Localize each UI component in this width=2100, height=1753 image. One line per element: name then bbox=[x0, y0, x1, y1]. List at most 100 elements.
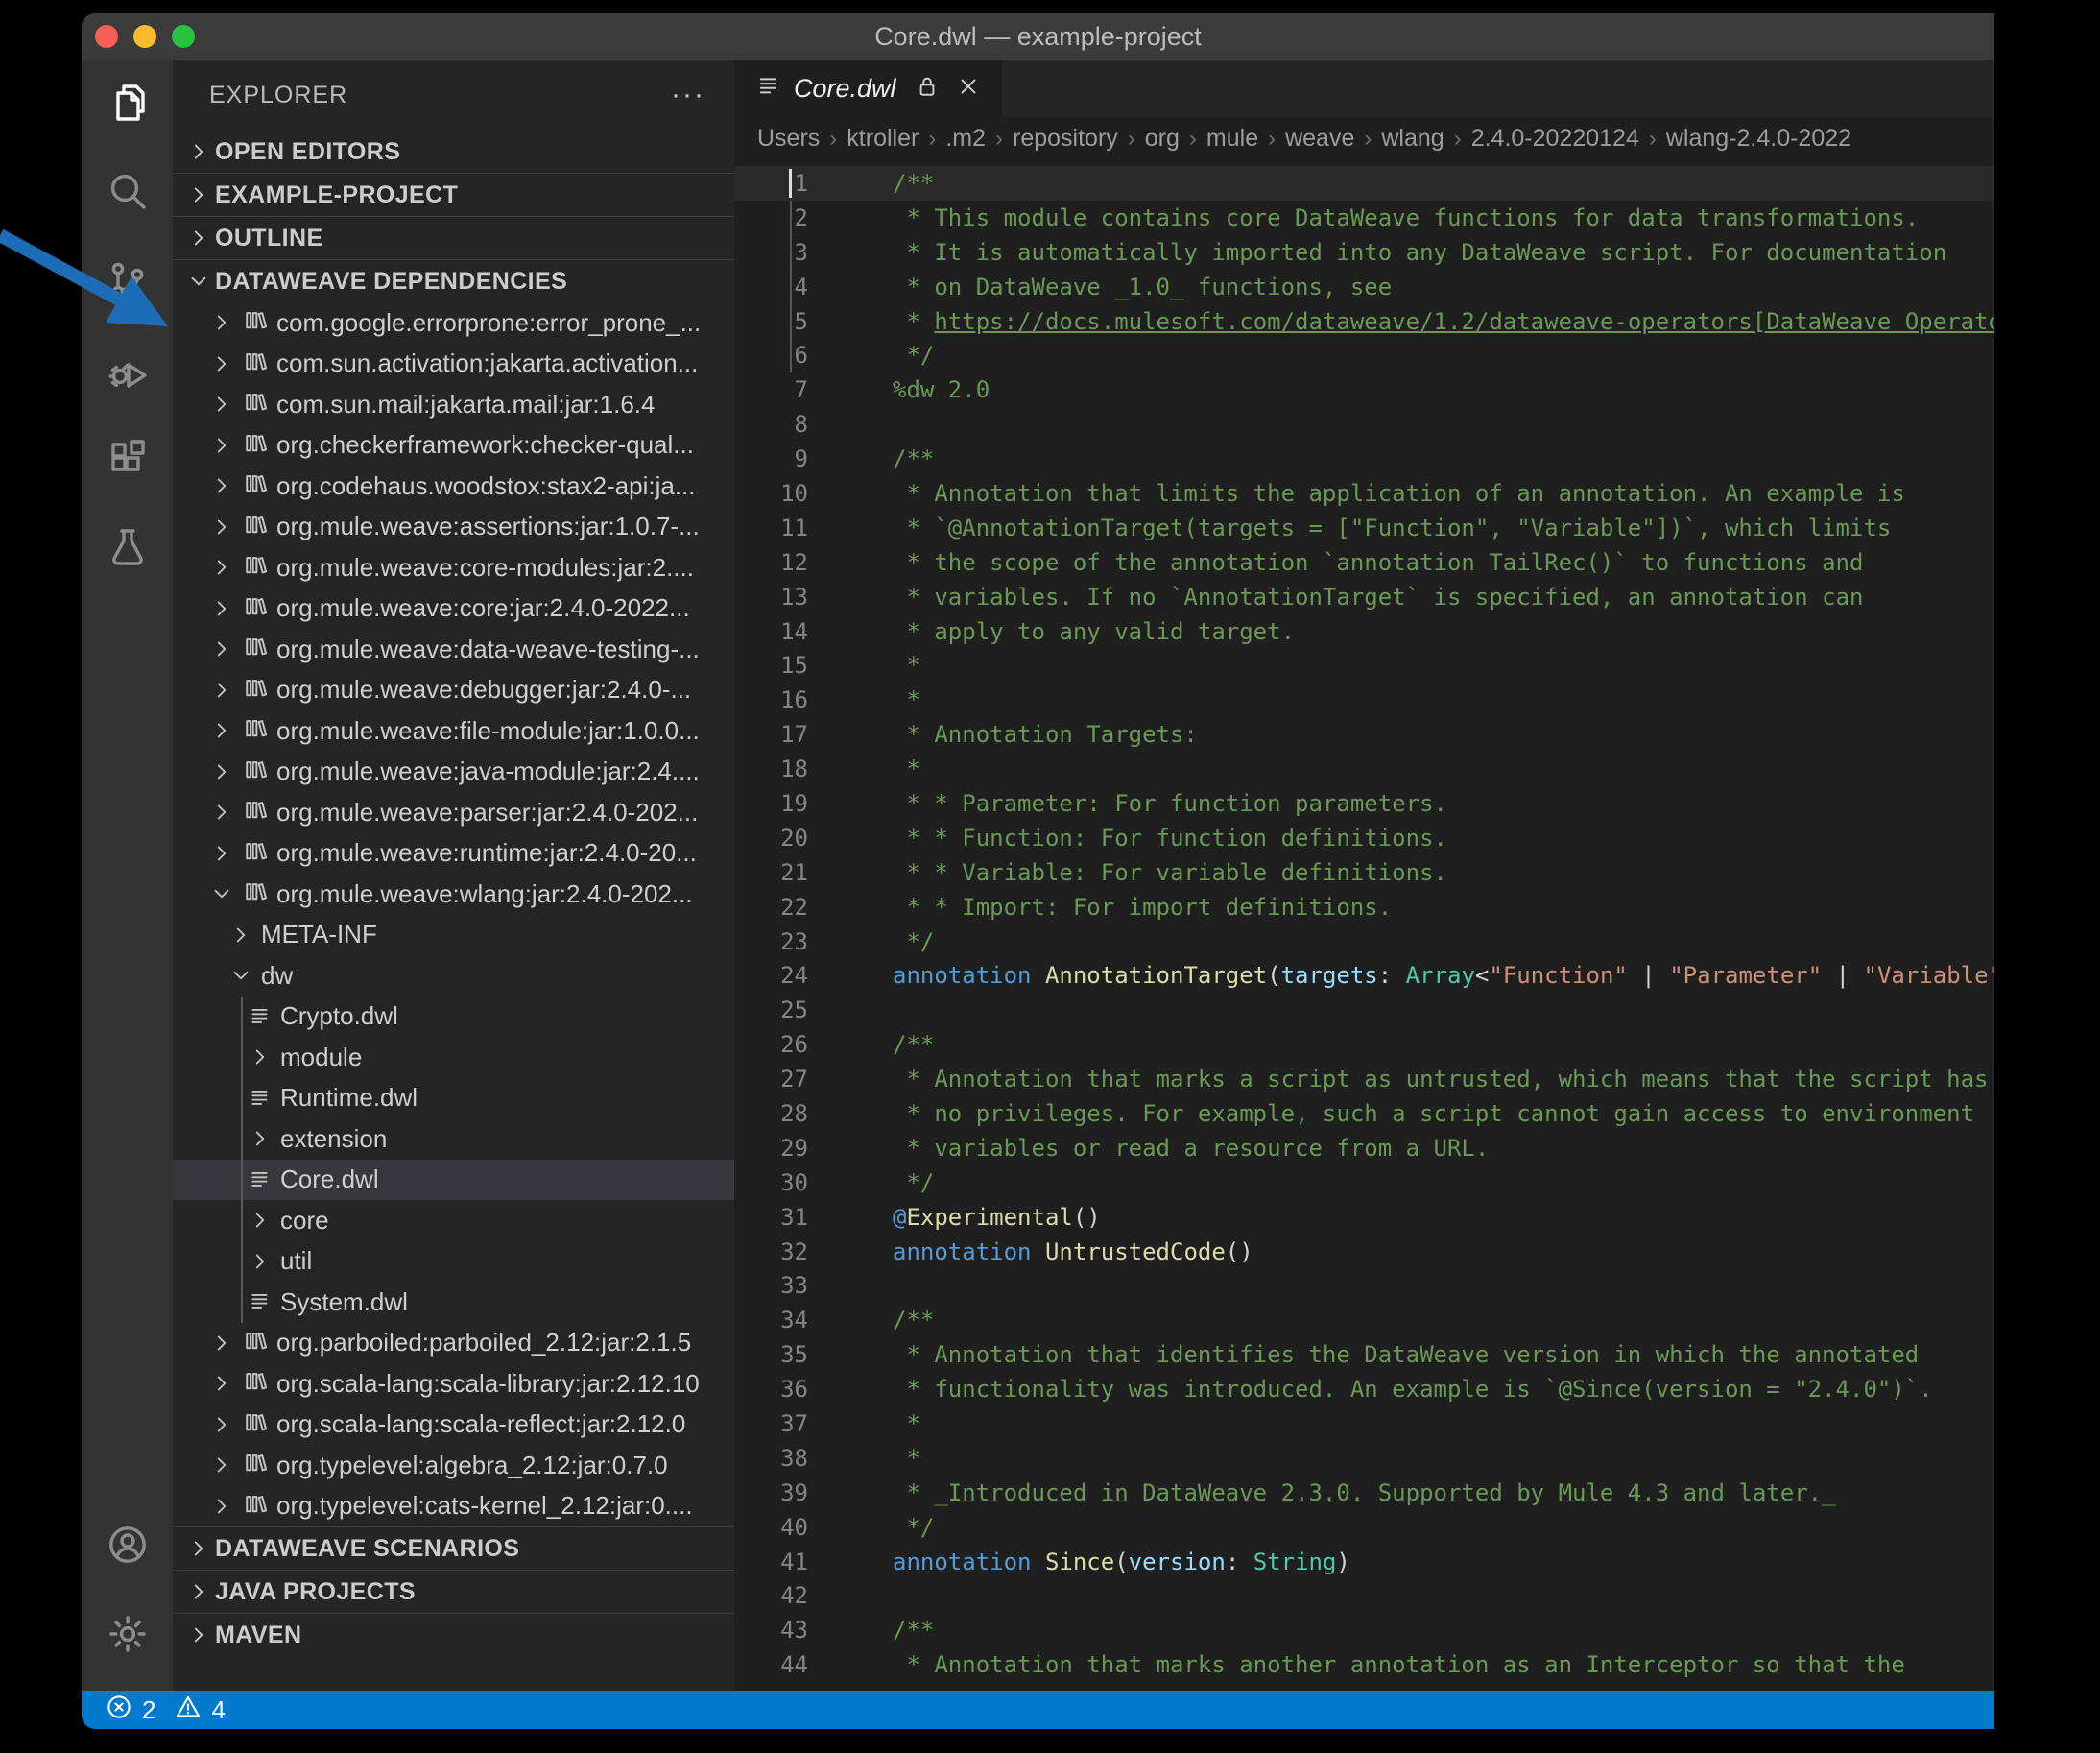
explorer-title: EXPLORER bbox=[209, 82, 347, 109]
more-actions-icon[interactable]: ··· bbox=[671, 90, 705, 100]
breadcrumb-separator-icon: › bbox=[986, 126, 1013, 153]
tree-item-label: Runtime.dwl bbox=[276, 1083, 418, 1113]
file-icon bbox=[244, 1086, 276, 1111]
breadcrumb-item-users[interactable]: Users bbox=[757, 125, 820, 153]
tree-item-com-sun-activation-jakarta-activation[interactable]: com.sun.activation:jakarta.activation... bbox=[173, 344, 734, 385]
close-tab-icon[interactable] bbox=[956, 74, 981, 104]
tree-item-org-parboiled-parboiled-2-12-jar-2-1-5[interactable]: org.parboiled:parboiled_2.12:jar:2.1.5 bbox=[173, 1323, 734, 1364]
tree-item-label: META-INF bbox=[257, 920, 377, 949]
tree-item-crypto-dwl[interactable]: Crypto.dwl bbox=[173, 997, 734, 1038]
code-text: * on DataWeave _1.0_ functions, see bbox=[835, 274, 1392, 300]
breadcrumb-item-weave[interactable]: weave bbox=[1285, 125, 1354, 153]
breadcrumb-separator-icon: › bbox=[1354, 126, 1381, 153]
tree-item-org-mule-weave-wlang-jar-2-4-0-202[interactable]: org.mule.weave:wlang:jar:2.4.0-202... bbox=[173, 874, 734, 915]
section-outline[interactable]: OUTLINE bbox=[173, 216, 734, 259]
breadcrumb-item-mule[interactable]: mule bbox=[1206, 125, 1258, 153]
tree-item-label: org.mule.weave:assertions:jar:1.0.7-... bbox=[273, 512, 700, 541]
file-icon bbox=[244, 1167, 276, 1192]
breadcrumb-item-wlang-2-4-0-2022[interactable]: wlang-2.4.0-2022 bbox=[1666, 125, 1851, 153]
tree-item-org-mule-weave-data-weave-testing[interactable]: org.mule.weave:data-weave-testing-... bbox=[173, 629, 734, 670]
activity-item-settings[interactable] bbox=[82, 1592, 173, 1681]
tree-item-org-mule-weave-parser-jar-2-4-0-202[interactable]: org.mule.weave:parser:jar:2.4.0-202... bbox=[173, 792, 734, 833]
problems-indicator[interactable]: 2 4 bbox=[105, 1693, 235, 1728]
activity-item-extensions[interactable] bbox=[82, 417, 173, 506]
section-dataweave-scenarios[interactable]: DATAWEAVE SCENARIOS bbox=[173, 1526, 734, 1570]
code-line-38: 38 * bbox=[734, 1441, 1994, 1476]
breadcrumb-separator-icon: › bbox=[1258, 126, 1285, 153]
tree-item-core[interactable]: core bbox=[173, 1200, 734, 1241]
vscode-window: Core.dwl — example-project EXPLORER ··· … bbox=[82, 13, 1994, 1729]
breadcrumb-item-org[interactable]: org bbox=[1145, 125, 1180, 153]
line-number: 39 bbox=[734, 1479, 835, 1506]
breadcrumb-item-2-4-0-20220124[interactable]: 2.4.0-20220124 bbox=[1471, 125, 1639, 153]
activity-item-testing[interactable] bbox=[82, 506, 173, 595]
tree-item-org-codehaus-woodstox-stax2-api-ja[interactable]: org.codehaus.woodstox:stax2-api:ja... bbox=[173, 466, 734, 507]
activity-item-search[interactable] bbox=[82, 149, 173, 238]
tree-item-org-typelevel-algebra-2-12-jar-0-7-0[interactable]: org.typelevel:algebra_2.12:jar:0.7.0 bbox=[173, 1445, 734, 1486]
tree-item-extension[interactable]: extension bbox=[173, 1118, 734, 1160]
line-number: 23 bbox=[734, 928, 835, 955]
chevron-right-icon bbox=[225, 923, 257, 948]
tree-item-org-scala-lang-scala-library-jar-2-12-10[interactable]: org.scala-lang:scala-library:jar:2.12.10 bbox=[173, 1363, 734, 1405]
source-control-icon bbox=[105, 257, 151, 308]
code-text: * functionality was introduced. An examp… bbox=[835, 1376, 1933, 1403]
tree-item-label: org.mule.weave:core-modules:jar:2.... bbox=[273, 553, 694, 583]
tree-item-com-google-errorprone-error-prone[interactable]: com.google.errorprone:error_prone_... bbox=[173, 302, 734, 344]
breadcrumb-item-repository[interactable]: repository bbox=[1013, 125, 1118, 153]
tree-item-meta-inf[interactable]: META-INF bbox=[173, 915, 734, 956]
code-line-41: 41annotation Since(version: String) bbox=[734, 1545, 1994, 1579]
tree-item-system-dwl[interactable]: System.dwl bbox=[173, 1282, 734, 1323]
activity-item-explorer[interactable] bbox=[82, 60, 173, 149]
breadcrumb-item-m2[interactable]: .m2 bbox=[945, 125, 986, 153]
section-example-project[interactable]: EXAMPLE-PROJECT bbox=[173, 173, 734, 216]
tree-item-label: org.scala-lang:scala-library:jar:2.12.10 bbox=[273, 1369, 700, 1399]
code-text: * bbox=[835, 756, 920, 782]
tree-item-core-dwl[interactable]: Core.dwl bbox=[173, 1160, 734, 1201]
code-editor[interactable]: 1/**2 * This module contains core DataWe… bbox=[734, 160, 1994, 1691]
workbench: EXPLORER ··· OPEN EDITORS EXAMPLE-PROJECT… bbox=[82, 60, 1994, 1691]
section-label: MAVEN bbox=[215, 1621, 301, 1649]
section-open-editors[interactable]: OPEN EDITORS bbox=[173, 131, 734, 173]
tree-item-org-checkerframework-checker-qual[interactable]: org.checkerframework:checker-qual... bbox=[173, 425, 734, 467]
tree-item-com-sun-mail-jakarta-mail-jar-1-6-4[interactable]: com.sun.mail:jakarta.mail:jar:1.6.4 bbox=[173, 384, 734, 425]
activity-item-account[interactable] bbox=[82, 1502, 173, 1592]
tree-item-org-typelevel-cats-kernel-2-12-jar-0[interactable]: org.typelevel:cats-kernel_2.12:jar:0.... bbox=[173, 1486, 734, 1527]
code-line-26: 26/** bbox=[734, 1027, 1994, 1062]
code-line-21: 21 * * Variable: For variable definition… bbox=[734, 855, 1994, 890]
code-line-25: 25 bbox=[734, 993, 1994, 1027]
activity-item-source-control[interactable] bbox=[82, 238, 173, 327]
breadcrumb-item-ktroller[interactable]: ktroller bbox=[847, 125, 919, 153]
tree-item-org-mule-weave-core-jar-2-4-0-2022[interactable]: org.mule.weave:core:jar:2.4.0-2022... bbox=[173, 588, 734, 630]
section-label: EXAMPLE-PROJECT bbox=[215, 181, 458, 209]
breadcrumb-item-wlang[interactable]: wlang bbox=[1381, 125, 1444, 153]
line-number: 20 bbox=[734, 825, 835, 852]
tree-item-dw[interactable]: dw bbox=[173, 955, 734, 997]
code-text: * no privileges. For example, such a scr… bbox=[835, 1100, 1974, 1127]
tree-item-runtime-dwl[interactable]: Runtime.dwl bbox=[173, 1078, 734, 1119]
tree-item-org-mule-weave-debugger-jar-2-4-0[interactable]: org.mule.weave:debugger:jar:2.4.0-... bbox=[173, 670, 734, 711]
status-bar: 2 4 bbox=[82, 1691, 1994, 1729]
tree-item-org-mule-weave-assertions-jar-1-0-7[interactable]: org.mule.weave:assertions:jar:1.0.7-... bbox=[173, 507, 734, 548]
code-text: annotation AnnotationTarget(targets: Arr… bbox=[835, 962, 1994, 989]
tree-item-org-scala-lang-scala-reflect-jar-2-12-0[interactable]: org.scala-lang:scala-reflect:jar:2.12.0 bbox=[173, 1405, 734, 1446]
line-number: 8 bbox=[734, 411, 835, 438]
warnings-icon bbox=[174, 1693, 203, 1728]
tree-item-org-mule-weave-runtime-jar-2-4-0-20[interactable]: org.mule.weave:runtime:jar:2.4.0-20... bbox=[173, 833, 734, 875]
section-dataweave-dependencies[interactable]: DATAWEAVE DEPENDENCIES bbox=[173, 259, 734, 302]
tree-item-org-mule-weave-file-module-jar-1-0-0[interactable]: org.mule.weave:file-module:jar:1.0.0... bbox=[173, 710, 734, 752]
activity-item-run-debug[interactable] bbox=[82, 327, 173, 417]
code-line-20: 20 * * Function: For function definition… bbox=[734, 821, 1994, 855]
tree-item-label: org.scala-lang:scala-reflect:jar:2.12.0 bbox=[273, 1409, 685, 1439]
tree-item-org-mule-weave-java-module-jar-2-4[interactable]: org.mule.weave:java-module:jar:2.4.... bbox=[173, 752, 734, 793]
tree-item-label: com.google.errorprone:error_prone_... bbox=[273, 308, 701, 338]
code-text: annotation UntrustedCode() bbox=[835, 1238, 1253, 1265]
tab-core-dwl[interactable]: Core.dwl bbox=[734, 60, 1002, 117]
tree-item-org-mule-weave-core-modules-jar-2[interactable]: org.mule.weave:core-modules:jar:2.... bbox=[173, 547, 734, 588]
library-icon bbox=[238, 636, 273, 662]
tree-item-module[interactable]: module bbox=[173, 1037, 734, 1078]
section-maven[interactable]: MAVEN bbox=[173, 1613, 734, 1656]
tree-item-util[interactable]: util bbox=[173, 1241, 734, 1283]
line-number: 21 bbox=[734, 859, 835, 886]
indent-guide bbox=[790, 270, 792, 304]
section-java-projects[interactable]: JAVA PROJECTS bbox=[173, 1570, 734, 1613]
